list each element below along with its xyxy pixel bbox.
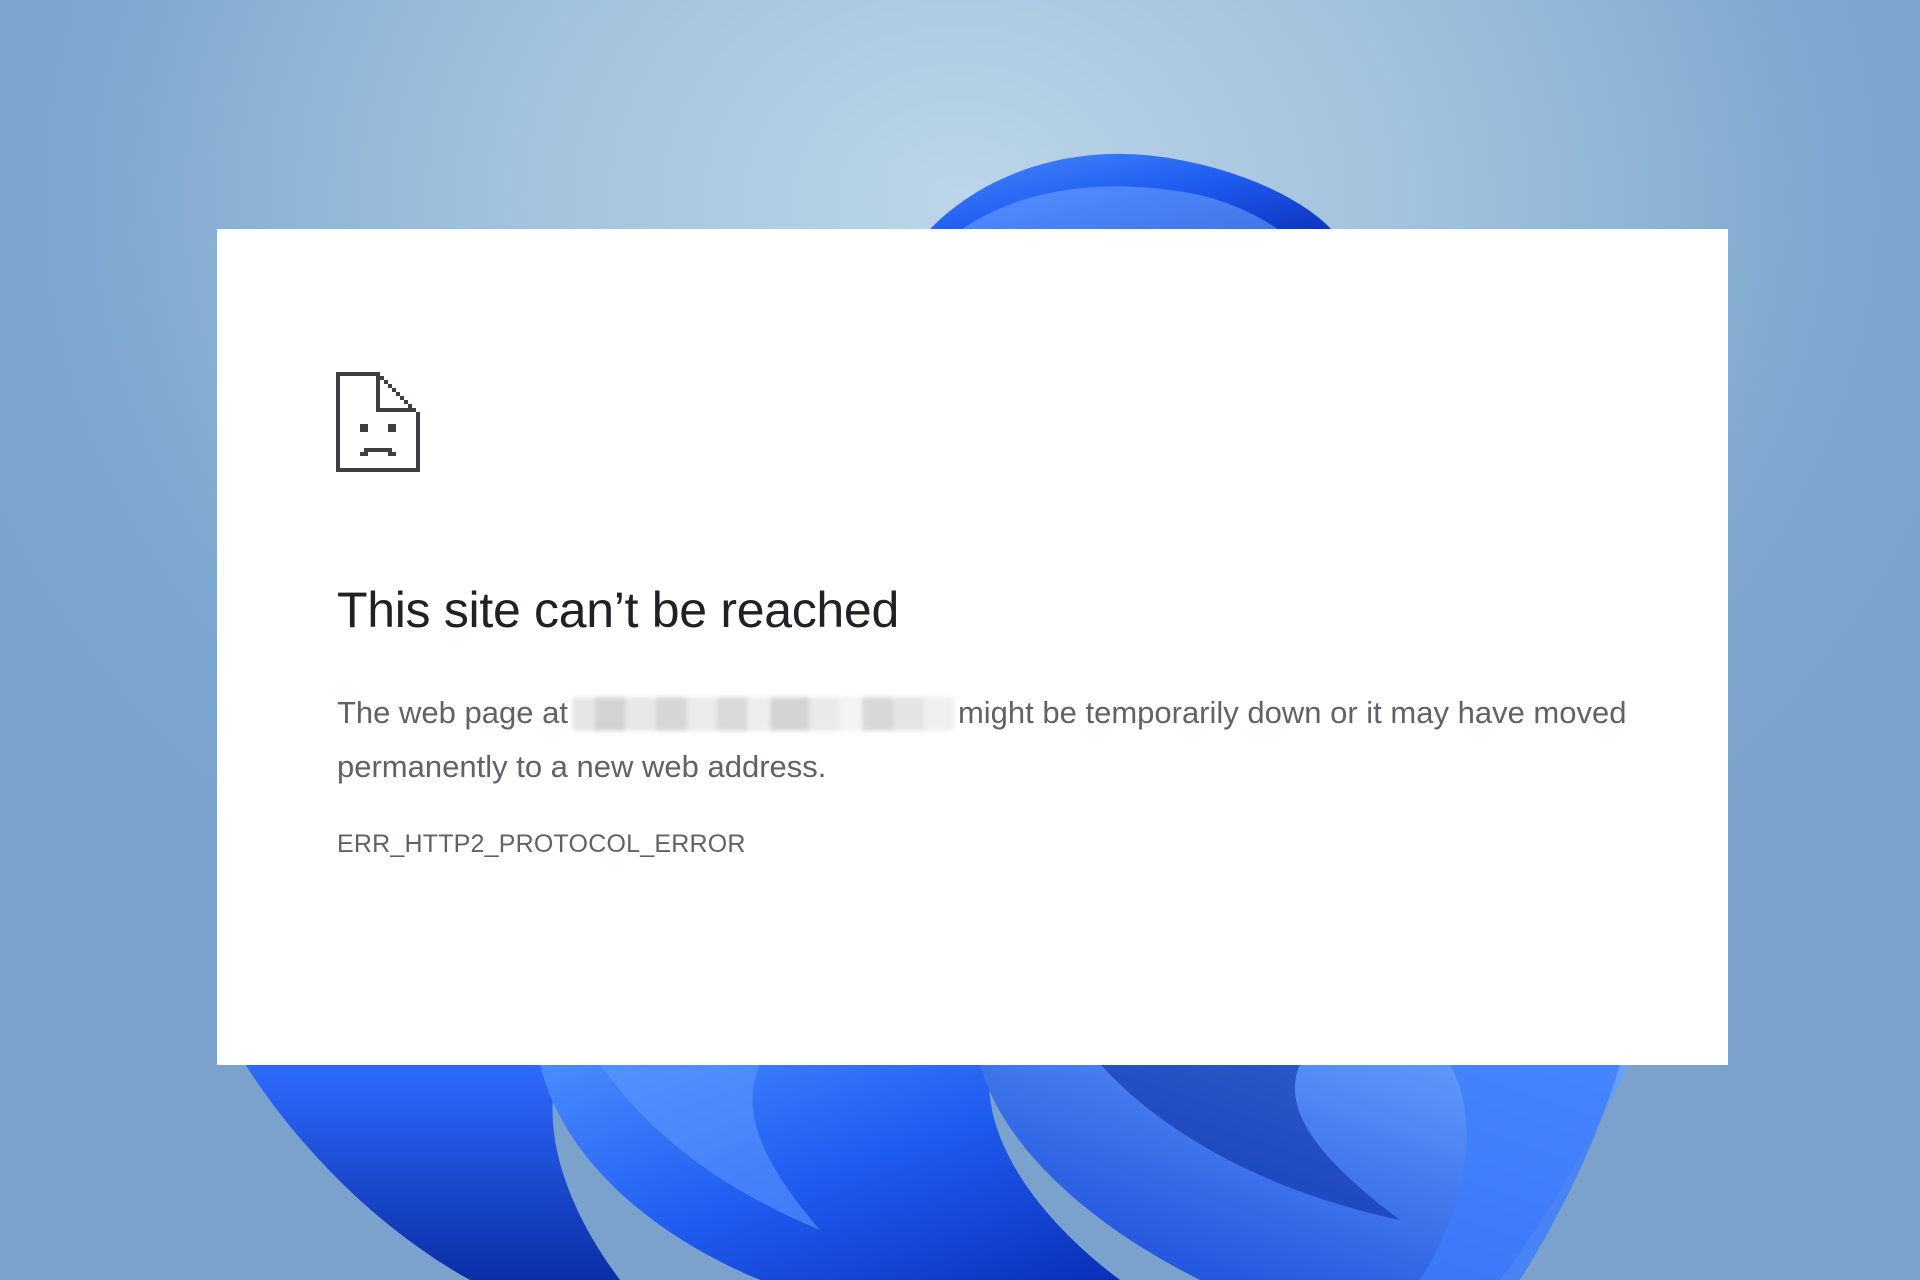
error-code: ERR_HTTP2_PROTOCOL_ERROR [337, 830, 746, 858]
error-page-card: This site can’t be reached The web page … [217, 229, 1728, 1065]
error-message-prefix: The web page at [337, 695, 568, 730]
error-message: The web page at might be temporarily down… [337, 686, 1627, 794]
redacted-url [571, 697, 954, 731]
sad-page-icon [336, 372, 420, 472]
error-headline: This site can’t be reached [337, 582, 899, 638]
